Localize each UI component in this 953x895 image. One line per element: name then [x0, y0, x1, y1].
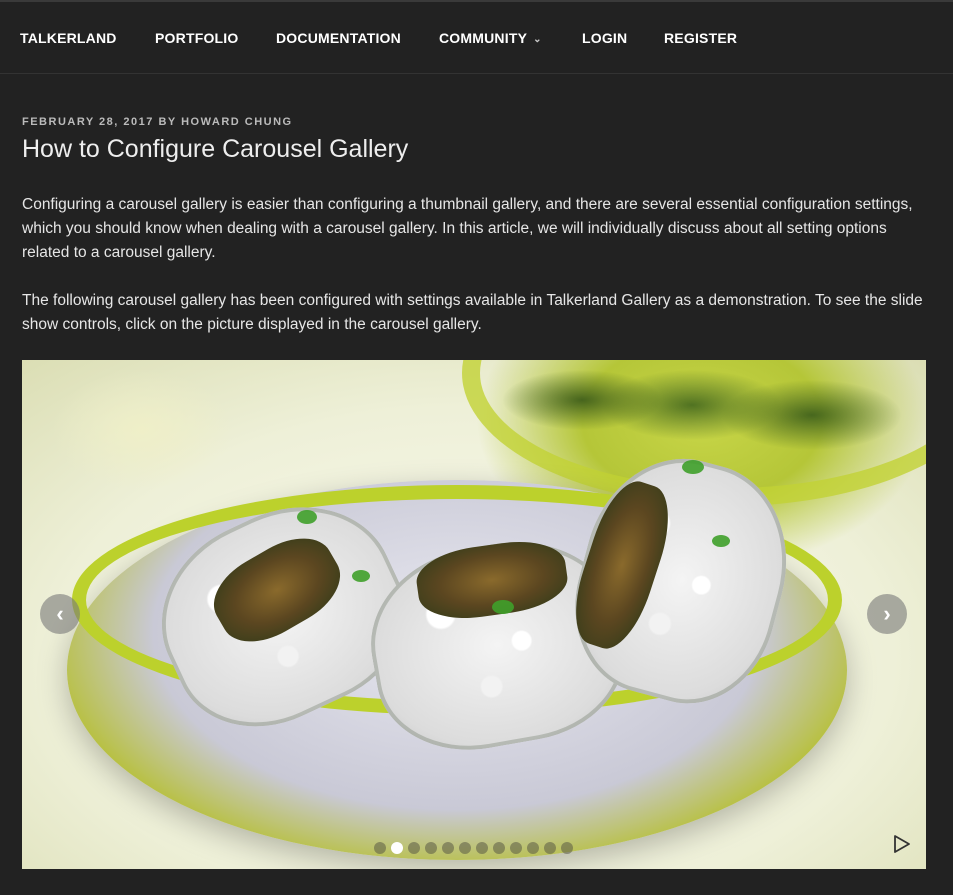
nav-item-portfolio[interactable]: PORTFOLIO [155, 30, 238, 46]
post-author[interactable]: HOWARD CHUNG [181, 116, 293, 128]
post-title: How to Configure Carousel Gallery [22, 135, 409, 163]
scallion-1 [297, 510, 317, 524]
carousel-prev-button[interactable]: ‹ [40, 594, 80, 634]
carousel-pagination [374, 842, 573, 854]
scallion-5 [712, 535, 730, 547]
carousel-dot[interactable] [544, 842, 556, 854]
carousel-next-button[interactable]: › [867, 594, 907, 634]
carousel-dot[interactable] [442, 842, 454, 854]
chevron-left-icon: ‹ [56, 601, 64, 626]
post-paragraph-1: Configuring a carousel gallery is easier… [22, 196, 913, 261]
carousel-dot[interactable] [391, 842, 403, 854]
carousel-gallery[interactable]: ‹ › [22, 360, 926, 869]
chevron-right-icon: › [883, 601, 891, 626]
post-by-label: BY [158, 116, 177, 128]
nav-item-talkerland[interactable]: TALKERLAND [20, 30, 117, 46]
carousel-dot[interactable] [408, 842, 420, 854]
carousel-dot[interactable] [374, 842, 386, 854]
play-icon[interactable] [891, 834, 911, 854]
chevron-down-icon: ⌄ [533, 34, 542, 45]
carousel-dot[interactable] [476, 842, 488, 854]
nav-item-register[interactable]: REGISTER [664, 30, 737, 46]
scallion-3 [492, 600, 514, 614]
background-edamame [492, 360, 926, 455]
nav-item-documentation[interactable]: DOCUMENTATION [276, 30, 401, 46]
scallion-4 [682, 460, 704, 474]
carousel-dot[interactable] [425, 842, 437, 854]
post-meta: FEBRUARY 28, 2017 BY HOWARD CHUNG [22, 116, 293, 128]
nav-item-login[interactable]: LOGIN [582, 30, 627, 46]
carousel-dot[interactable] [510, 842, 522, 854]
top-navigation: TALKERLAND PORTFOLIO DOCUMENTATION COMMU… [0, 2, 953, 74]
post-paragraph-2: The following carousel gallery has been … [22, 292, 923, 333]
carousel-dot[interactable] [493, 842, 505, 854]
nav-item-community[interactable]: COMMUNITY ⌄ [439, 30, 542, 46]
nav-item-community-label: COMMUNITY [439, 30, 528, 46]
post-date[interactable]: FEBRUARY 28, 2017 [22, 116, 154, 128]
carousel-dot[interactable] [459, 842, 471, 854]
carousel-dot[interactable] [527, 842, 539, 854]
scallion-2 [352, 570, 370, 582]
carousel-dot[interactable] [561, 842, 573, 854]
